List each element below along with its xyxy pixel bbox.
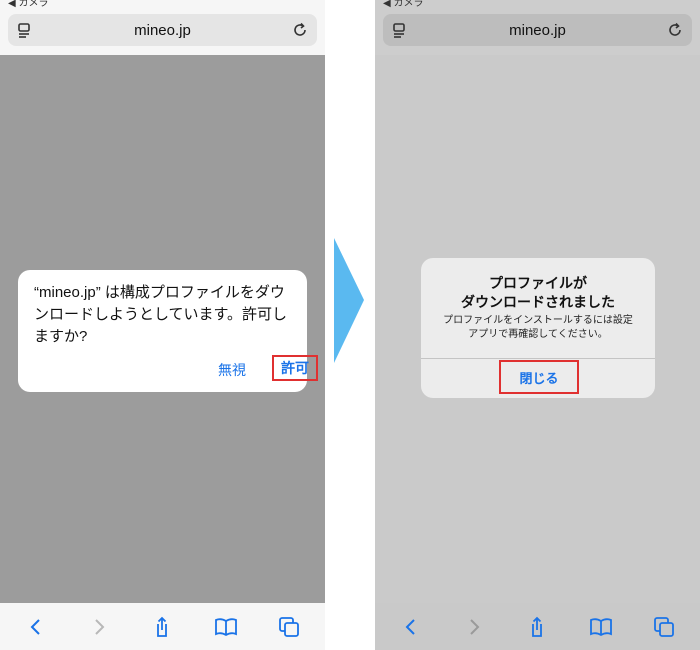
step-arrow-icon [334,238,364,363]
share-icon[interactable] [524,614,550,640]
bookmarks-icon[interactable] [588,614,614,640]
address-bar[interactable]: mineo.jp [383,14,692,46]
reader-icon[interactable] [391,21,409,39]
allow-button[interactable]: 許可 [272,355,318,381]
reader-icon[interactable] [16,21,34,39]
dialog-title-line-2: ダウンロードされました [461,294,615,310]
phone-screen-right: ◀ カメラ mineo.jp プロファイルが ダウンロードされました プロファイ… [375,0,700,650]
browser-top-bar: ◀ カメラ mineo.jp [0,0,325,55]
browser-toolbar [375,603,700,650]
profile-downloaded-dialog: プロファイルが ダウンロードされました プロファイルをインストールするには設定 … [421,258,655,398]
tabs-icon[interactable] [651,614,677,640]
ignore-button[interactable]: 無視 [218,360,246,380]
back-icon[interactable] [23,614,49,640]
dialog-divider [421,358,655,359]
address-bar[interactable]: mineo.jp [8,14,317,46]
close-button[interactable]: 閉じる [499,360,579,394]
dialog-subtitle-line-2: アプリで再確認してください。 [468,329,608,340]
url-text: mineo.jp [134,21,191,39]
forward-icon[interactable] [461,614,487,640]
forward-icon[interactable] [86,614,112,640]
dialog-subtitle: プロファイルをインストールするには設定 アプリで再確認してください。 [421,314,655,342]
browser-top-bar: ◀ カメラ mineo.jp [375,0,700,55]
url-text: mineo.jp [509,21,566,39]
browser-toolbar [0,603,325,650]
status-back-link[interactable]: ◀ カメラ [8,0,48,9]
phone-screen-left: ◀ カメラ mineo.jp “mineo.jp” は構成プロファイルをダウンロ… [0,0,325,650]
share-icon[interactable] [149,614,175,640]
reload-icon[interactable] [291,21,309,39]
reload-icon[interactable] [666,21,684,39]
status-back-link[interactable]: ◀ カメラ [383,0,423,9]
download-permission-dialog: “mineo.jp” は構成プロファイルをダウンロードしようとしています。許可し… [18,270,318,392]
dialog-title: プロファイルが ダウンロードされました [421,274,655,312]
dialog-title-line-1: プロファイルが [489,275,587,291]
back-icon[interactable] [398,614,424,640]
dialog-message: “mineo.jp” は構成プロファイルをダウンロードしようとしています。許可し… [34,284,288,345]
bookmarks-icon[interactable] [213,614,239,640]
tabs-icon[interactable] [276,614,302,640]
dialog-subtitle-line-1: プロファイルをインストールするには設定 [443,315,633,326]
